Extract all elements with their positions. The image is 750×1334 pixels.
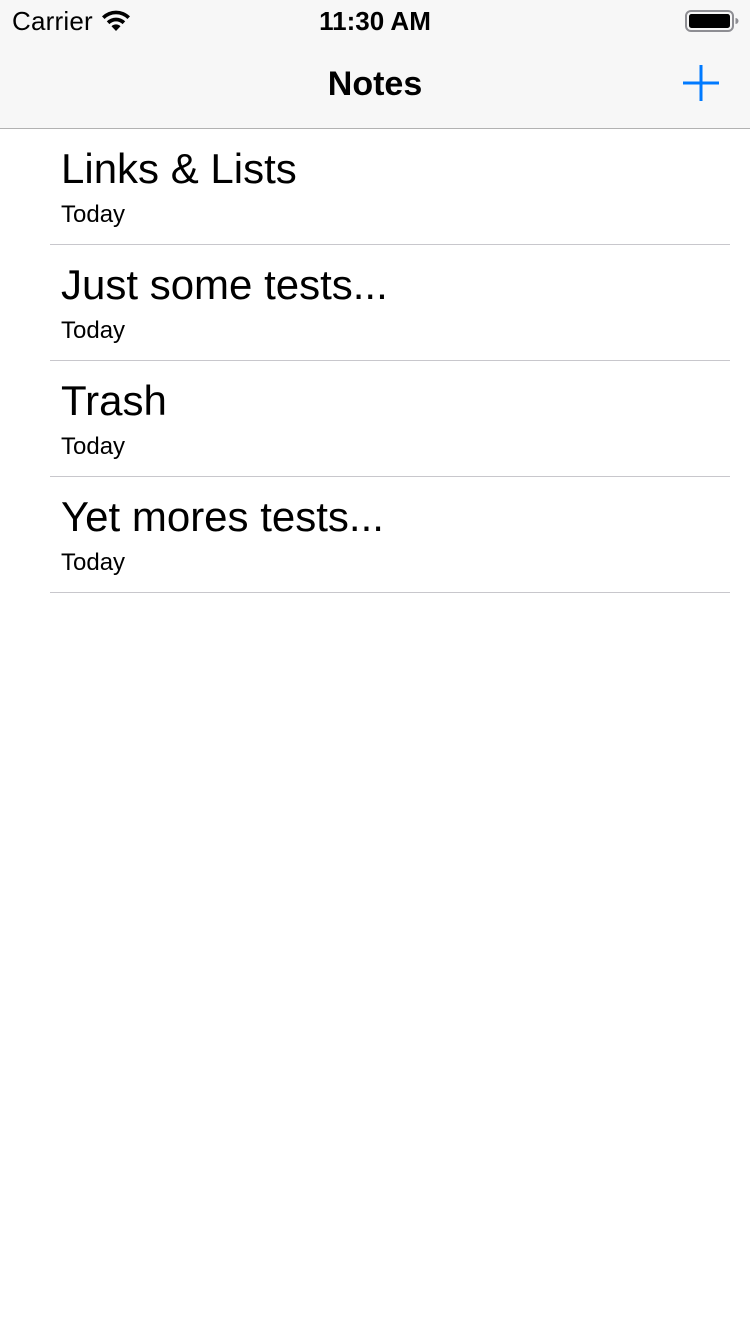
note-date: Today xyxy=(61,549,126,576)
add-note-button[interactable] xyxy=(680,62,722,104)
note-row[interactable]: Just some tests... Today xyxy=(0,245,750,361)
notes-list: Links & Lists Today Just some tests... T… xyxy=(0,129,750,593)
note-title: Links & Lists xyxy=(61,145,297,192)
plus-icon xyxy=(683,65,719,101)
note-date: Today xyxy=(61,317,126,344)
navigation-bar: Carrier 11:30 AM Notes xyxy=(0,0,750,129)
note-date: Today xyxy=(61,201,126,228)
notes-screen: Carrier 11:30 AM Notes Links & Lists Tod… xyxy=(0,0,750,1334)
note-row[interactable]: Trash Today xyxy=(0,361,750,477)
status-time: 11:30 AM xyxy=(319,6,431,36)
battery-icon xyxy=(685,10,739,32)
note-title: Just some tests... xyxy=(61,261,388,308)
note-row[interactable]: Yet mores tests... Today xyxy=(0,477,750,593)
note-date: Today xyxy=(61,433,126,460)
note-title: Yet mores tests... xyxy=(61,493,384,540)
note-row[interactable]: Links & Lists Today xyxy=(0,129,750,245)
status-bar: Carrier 11:30 AM xyxy=(0,0,750,40)
note-title: Trash xyxy=(61,377,167,424)
page-title: Notes xyxy=(327,65,423,103)
